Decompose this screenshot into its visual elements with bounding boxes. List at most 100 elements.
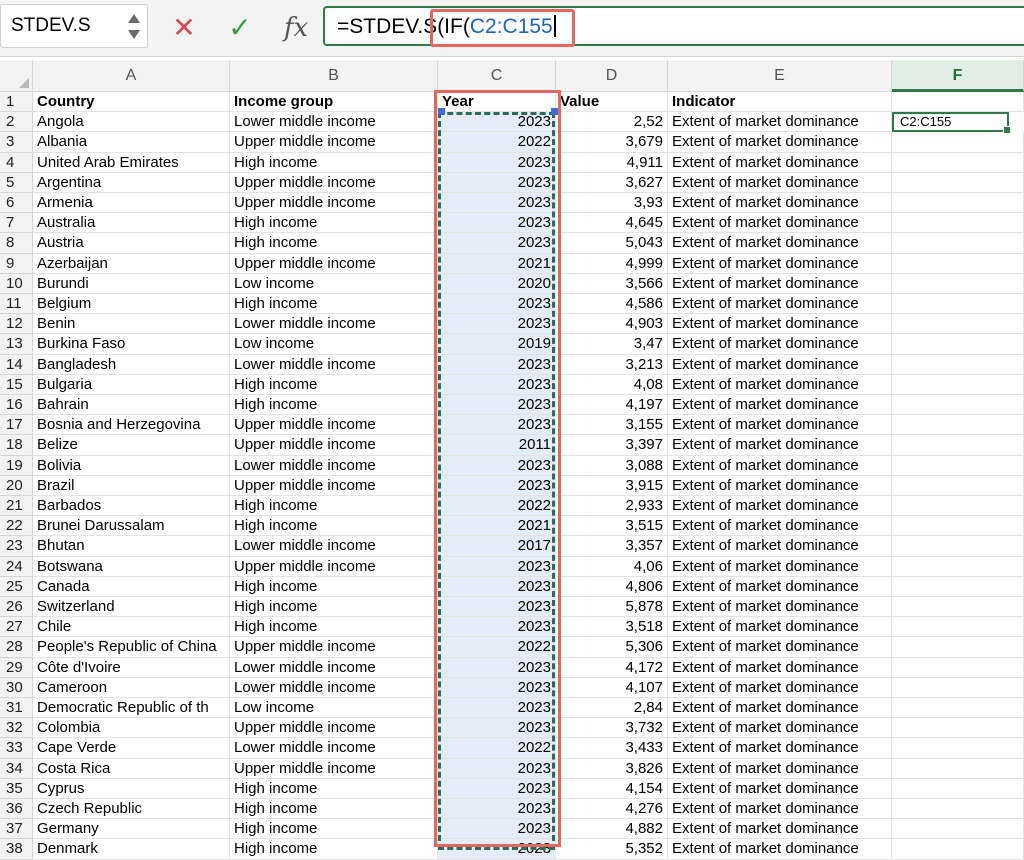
- cell-income[interactable]: Low income: [230, 698, 438, 719]
- cell-income[interactable]: Upper middle income: [230, 193, 438, 214]
- cell-indicator[interactable]: Extent of market dominance: [668, 112, 892, 133]
- cell-indicator[interactable]: Extent of market dominance: [668, 617, 892, 638]
- cell-year[interactable]: 2017: [438, 536, 556, 557]
- row-header[interactable]: 22: [0, 516, 33, 537]
- cell-indicator[interactable]: Extent of market dominance: [668, 475, 892, 496]
- cell-indicator[interactable]: Extent of market dominance: [668, 597, 892, 618]
- cell-value[interactable]: 3,566: [556, 273, 668, 294]
- header-cell-value[interactable]: Value: [556, 92, 668, 113]
- cell-income[interactable]: High income: [230, 374, 438, 395]
- cell-f[interactable]: [892, 193, 1024, 214]
- cell-value[interactable]: 4,586: [556, 294, 668, 315]
- cell-value[interactable]: 2,52: [556, 112, 668, 133]
- cell-income[interactable]: Upper middle income: [230, 172, 438, 193]
- cell-indicator[interactable]: Extent of market dominance: [668, 273, 892, 294]
- cell-country[interactable]: Costa Rica: [33, 758, 230, 779]
- cell-value[interactable]: 3,357: [556, 536, 668, 557]
- name-box[interactable]: STDEV.S: [0, 4, 148, 48]
- cell-year[interactable]: 2021: [438, 253, 556, 274]
- cell-f[interactable]: [892, 415, 1024, 436]
- cell-indicator[interactable]: Extent of market dominance: [668, 354, 892, 375]
- cell-value[interactable]: 3,93: [556, 193, 668, 214]
- column-header-e[interactable]: E: [668, 60, 892, 92]
- cell-value[interactable]: 3,627: [556, 172, 668, 193]
- cell-year[interactable]: 2011: [438, 435, 556, 456]
- row-header[interactable]: 13: [0, 334, 33, 355]
- cell-value[interactable]: 3,732: [556, 718, 668, 739]
- cell-f[interactable]: [892, 233, 1024, 254]
- cell-value[interactable]: 3,915: [556, 475, 668, 496]
- cell-f[interactable]: [892, 172, 1024, 193]
- row-header[interactable]: 20: [0, 475, 33, 496]
- cell-f[interactable]: [892, 516, 1024, 537]
- cell-f[interactable]: [892, 698, 1024, 719]
- cell-indicator[interactable]: Extent of market dominance: [668, 496, 892, 517]
- cell-income[interactable]: Upper middle income: [230, 253, 438, 274]
- row-header[interactable]: 29: [0, 657, 33, 678]
- cell-year[interactable]: 2023: [438, 294, 556, 315]
- cell-income[interactable]: Upper middle income: [230, 435, 438, 456]
- cell-value[interactable]: 2,84: [556, 698, 668, 719]
- cell-country[interactable]: Bhutan: [33, 536, 230, 557]
- row-header[interactable]: 7: [0, 213, 33, 234]
- cell-country[interactable]: Burkina Faso: [33, 334, 230, 355]
- cell-year[interactable]: 2022: [438, 738, 556, 759]
- cell-indicator[interactable]: Extent of market dominance: [668, 718, 892, 739]
- cell-f[interactable]: [892, 637, 1024, 658]
- cell-value[interactable]: 3,826: [556, 758, 668, 779]
- cell-value[interactable]: 4,154: [556, 778, 668, 799]
- row-header[interactable]: 35: [0, 778, 33, 799]
- cell-indicator[interactable]: Extent of market dominance: [668, 213, 892, 234]
- cell-country[interactable]: Bulgaria: [33, 374, 230, 395]
- cell-year[interactable]: 2023: [438, 354, 556, 375]
- cell-value[interactable]: 4,645: [556, 213, 668, 234]
- cell-year[interactable]: 2023: [438, 698, 556, 719]
- cell-income[interactable]: Upper middle income: [230, 415, 438, 436]
- column-header-b[interactable]: B: [230, 60, 438, 92]
- cell-country[interactable]: Angola: [33, 112, 230, 133]
- row-header[interactable]: 26: [0, 597, 33, 618]
- cell-year[interactable]: 2023: [438, 152, 556, 173]
- cell-f[interactable]: [892, 799, 1024, 820]
- cell-year[interactable]: 2023: [438, 799, 556, 820]
- cell-value[interactable]: 3,515: [556, 516, 668, 537]
- cell-f[interactable]: [892, 718, 1024, 739]
- cell-year[interactable]: 2023: [438, 758, 556, 779]
- cell-year[interactable]: 2023: [438, 172, 556, 193]
- cell-year[interactable]: 2023: [438, 718, 556, 739]
- cell-year[interactable]: 2023: [438, 839, 556, 860]
- row-header[interactable]: 6: [0, 193, 33, 214]
- cell-indicator[interactable]: Extent of market dominance: [668, 334, 892, 355]
- cell-indicator[interactable]: Extent of market dominance: [668, 576, 892, 597]
- cell-value[interactable]: 4,999: [556, 253, 668, 274]
- row-header[interactable]: 32: [0, 718, 33, 739]
- cell-country[interactable]: Cameroon: [33, 677, 230, 698]
- cell-year[interactable]: 2023: [438, 819, 556, 840]
- cell-income[interactable]: Lower middle income: [230, 677, 438, 698]
- cell-f[interactable]: [892, 152, 1024, 173]
- cell-year[interactable]: 2023: [438, 597, 556, 618]
- cell-country[interactable]: Cape Verde: [33, 738, 230, 759]
- cell-country[interactable]: Democratic Republic of th: [33, 698, 230, 719]
- row-header[interactable]: 28: [0, 637, 33, 658]
- cell-f[interactable]: [892, 395, 1024, 416]
- fill-handle[interactable]: [1003, 126, 1011, 135]
- column-header-a[interactable]: A: [33, 60, 230, 92]
- cell-indicator[interactable]: Extent of market dominance: [668, 253, 892, 274]
- cell-value[interactable]: 3,397: [556, 435, 668, 456]
- row-header[interactable]: 24: [0, 556, 33, 577]
- cell-value[interactable]: 4,06: [556, 556, 668, 577]
- cell-value[interactable]: 4,172: [556, 657, 668, 678]
- cell-year[interactable]: 2023: [438, 395, 556, 416]
- cell-indicator[interactable]: Extent of market dominance: [668, 294, 892, 315]
- header-cell-indicator[interactable]: Indicator: [668, 92, 892, 113]
- cell-year[interactable]: 2023: [438, 576, 556, 597]
- cell-indicator[interactable]: Extent of market dominance: [668, 738, 892, 759]
- cell-f[interactable]: [892, 556, 1024, 577]
- cell-indicator[interactable]: Extent of market dominance: [668, 536, 892, 557]
- cell-year[interactable]: 2023: [438, 374, 556, 395]
- cell-indicator[interactable]: Extent of market dominance: [668, 637, 892, 658]
- cell-value[interactable]: 4,882: [556, 819, 668, 840]
- cell-income[interactable]: Low income: [230, 273, 438, 294]
- cell-value[interactable]: 5,043: [556, 233, 668, 254]
